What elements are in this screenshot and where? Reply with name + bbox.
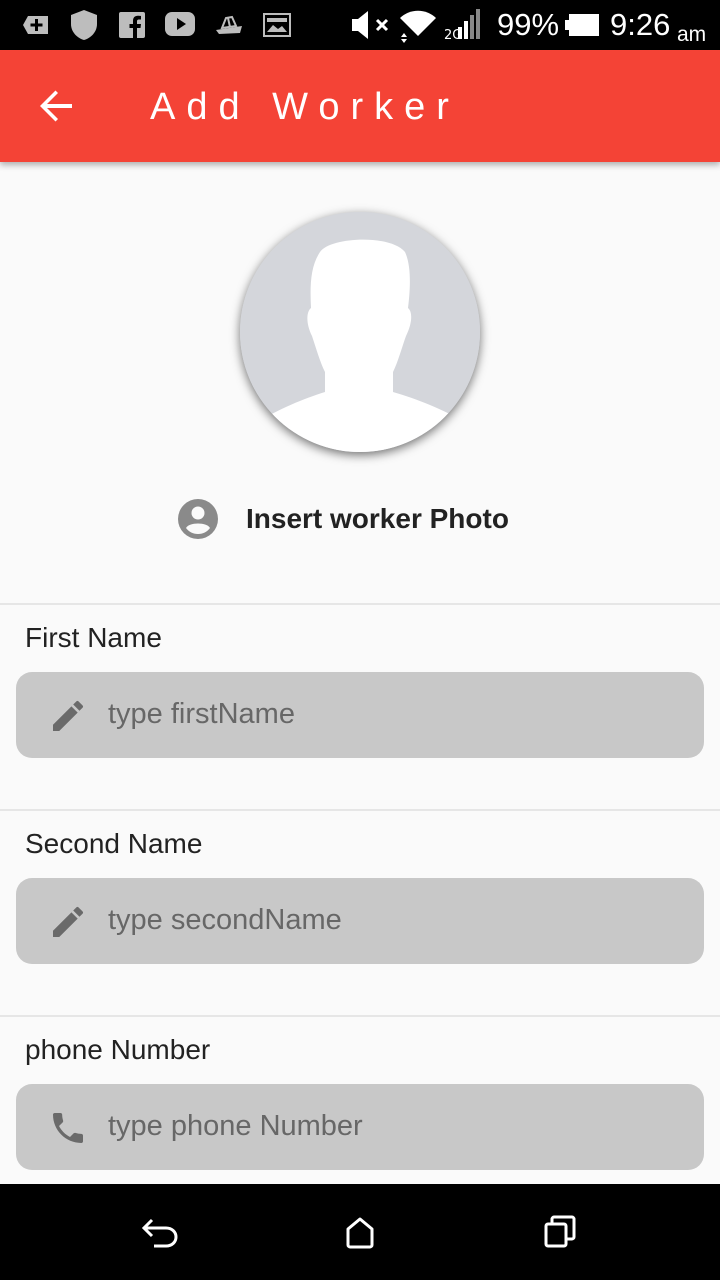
phone-number-label: phone Number	[25, 1034, 211, 1065]
first-name-field[interactable]: type firstName	[16, 672, 704, 758]
back-icon	[141, 1218, 178, 1248]
clock-ampm: am	[677, 23, 707, 46]
muted-icon	[352, 11, 389, 39]
divider	[0, 809, 720, 811]
pencil-icon	[53, 906, 84, 937]
phone-icon	[53, 1113, 83, 1143]
wifi-icon	[400, 10, 436, 43]
ship-icon	[216, 15, 242, 34]
app-bar: Add Worker	[0, 50, 720, 162]
first-name-input: type firstName	[108, 698, 295, 730]
phone-number-input: type phone Number	[108, 1110, 363, 1142]
first-name-label: First Name	[25, 622, 162, 653]
battery-icon	[565, 14, 599, 36]
system-nav-bar	[0, 1184, 720, 1280]
person-silhouette-icon	[240, 212, 480, 452]
status-bar: 2G 99% 9:26 am	[0, 0, 720, 50]
facebook-icon	[119, 12, 145, 38]
signal-icon: 2G	[444, 9, 480, 41]
second-name-field[interactable]: type secondName	[16, 878, 704, 964]
recents-icon	[544, 1215, 576, 1248]
divider	[0, 1015, 720, 1017]
arrow-back-icon	[40, 90, 72, 122]
phone-number-field[interactable]: type phone Number	[16, 1084, 704, 1170]
svg-text:2G: 2G	[444, 28, 462, 41]
image-icon	[263, 13, 291, 37]
insert-photo-label: Insert worker Photo	[246, 503, 509, 534]
nav-home-button[interactable]	[330, 1206, 390, 1258]
back-button[interactable]	[28, 78, 84, 134]
second-name-label: Second Name	[25, 828, 203, 859]
second-name-input: type secondName	[108, 904, 342, 936]
battery-saver-icon	[23, 16, 48, 34]
battery-percent: 99%	[497, 7, 560, 42]
youtube-icon	[165, 12, 195, 36]
worker-photo-avatar[interactable]	[240, 212, 480, 452]
account-circle-icon	[178, 499, 218, 539]
clock-time: 9:26	[610, 7, 671, 42]
shield-icon	[71, 10, 97, 40]
nav-recents-button[interactable]	[530, 1206, 590, 1258]
nav-back-button[interactable]	[130, 1206, 190, 1258]
home-icon	[346, 1217, 374, 1249]
page-title: Add Worker	[150, 86, 460, 128]
pencil-icon	[53, 700, 84, 731]
divider	[0, 603, 720, 605]
